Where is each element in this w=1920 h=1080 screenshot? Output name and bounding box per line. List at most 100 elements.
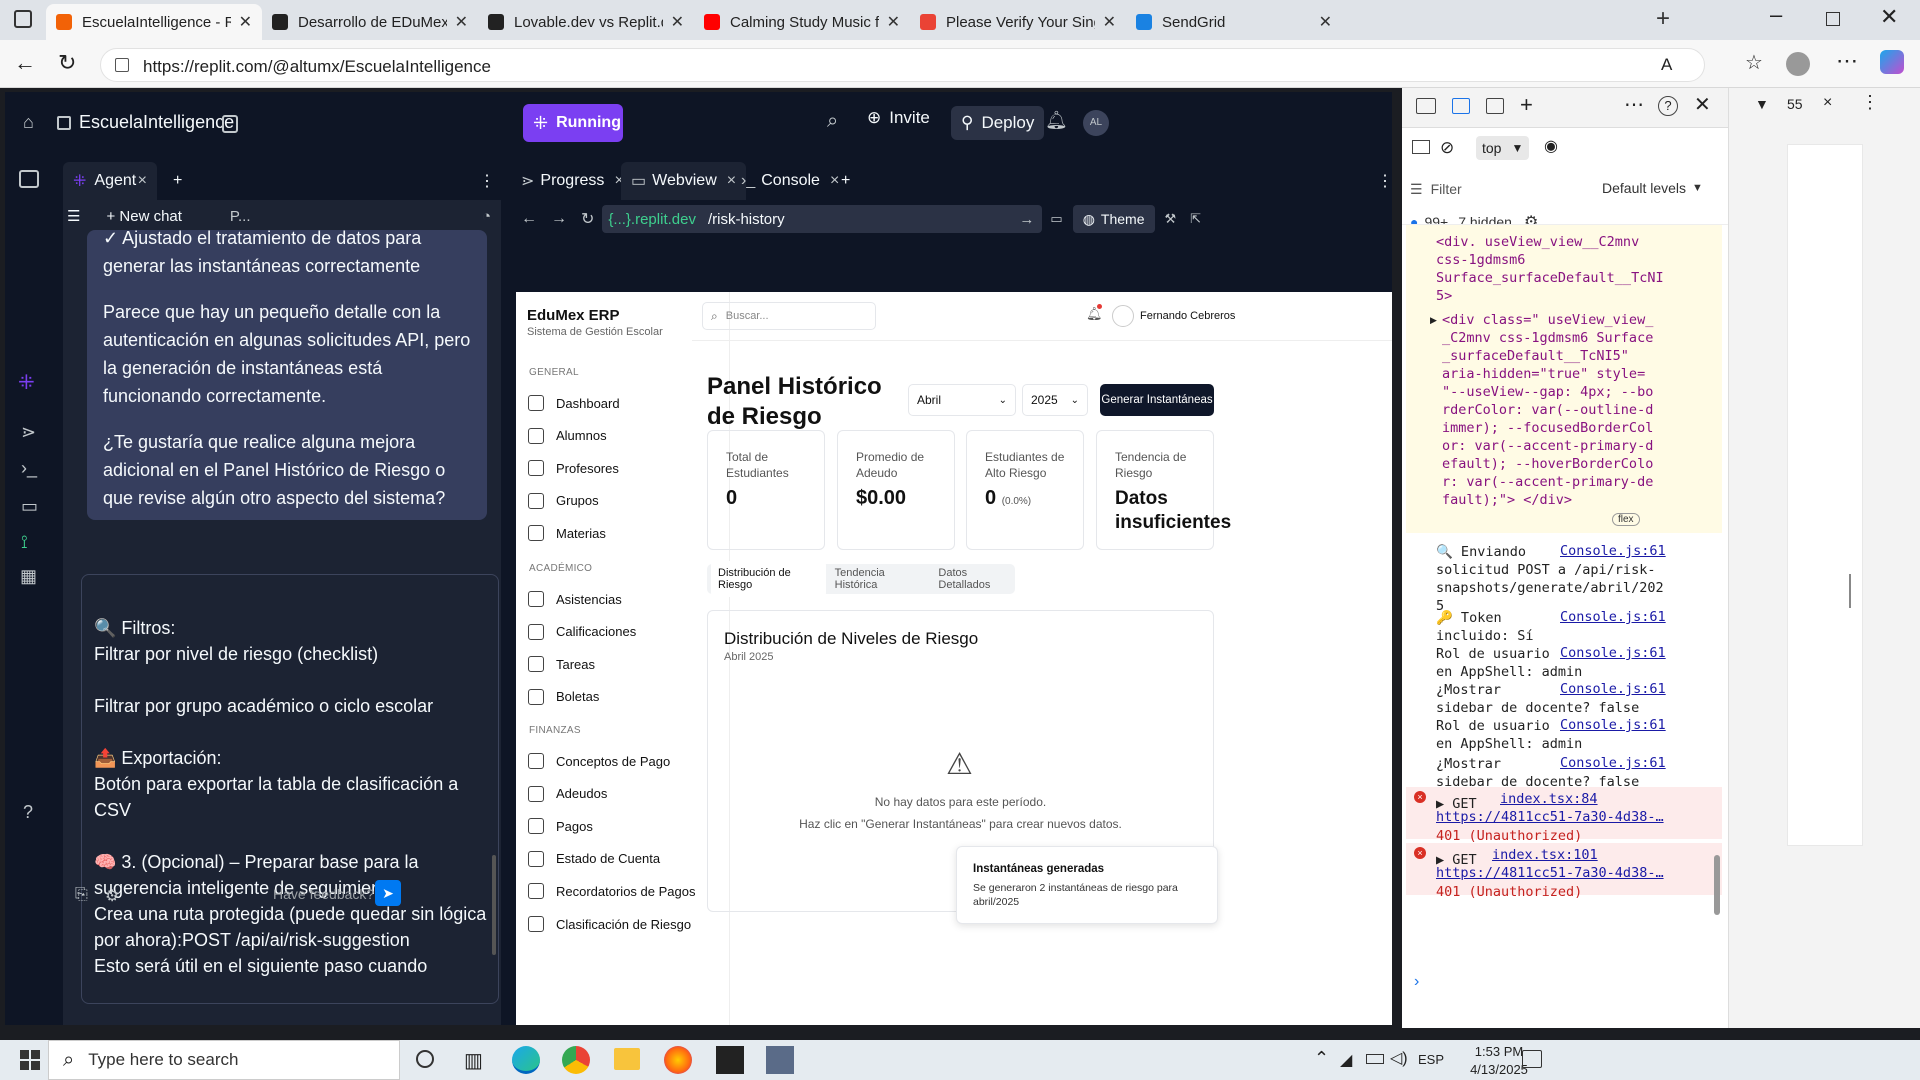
devices-icon[interactable]: ▭ — [1050, 211, 1062, 227]
console-scrollbar[interactable] — [1714, 855, 1720, 915]
sidebar-item[interactable]: Clasificación de Riesgo — [528, 916, 691, 932]
notifications-icon[interactable]: 🔔︎ — [1045, 110, 1068, 131]
forward-icon[interactable]: → — [551, 210, 567, 228]
live-expression-icon[interactable]: ◉ — [1544, 136, 1558, 156]
sidebar-item[interactable]: Alumnos — [528, 427, 607, 444]
files-icon[interactable] — [222, 115, 238, 133]
back-icon[interactable]: ← — [521, 210, 537, 228]
remote-app-icon[interactable] — [766, 1046, 794, 1074]
tray-chevron-icon[interactable]: ⌃ — [1314, 1048, 1329, 1069]
month-select[interactable]: Abril ⌄ — [908, 384, 1016, 416]
dock-icon[interactable] — [1486, 98, 1504, 114]
shell-icon[interactable]: ⋗ — [21, 422, 36, 443]
tab-distribucion[interactable]: Distribución de Riesgo — [711, 561, 826, 597]
profile-avatar[interactable] — [1786, 52, 1810, 76]
chat-input[interactable]: 🔍 Filtros: Filtrar por nivel de riesgo (… — [81, 574, 499, 1004]
start-icon[interactable] — [20, 1050, 40, 1070]
browser-tab[interactable]: Desarrollo de EDuMex ERP E ✕ — [262, 4, 478, 40]
close-icon[interactable]: × — [1823, 94, 1832, 112]
more-icon[interactable]: ⋯ — [1624, 92, 1644, 117]
chrome-app-icon[interactable] — [562, 1046, 590, 1074]
search-input[interactable]: Buscar... — [726, 310, 769, 322]
settings-icon[interactable]: ⚙ — [105, 886, 119, 906]
deploy-button[interactable]: ⚲ Deploy — [951, 106, 1045, 140]
pane-menu-icon[interactable]: ⋮ — [469, 162, 505, 200]
avatar[interactable]: AL — [1083, 110, 1109, 136]
log-source-link[interactable]: Console.js:61 — [1560, 755, 1666, 771]
cortana-icon[interactable] — [416, 1050, 434, 1068]
close-tab-icon[interactable]: ✕ — [239, 12, 252, 32]
sidebar-item[interactable]: Pagos — [528, 818, 593, 835]
side-value[interactable]: 55 — [1787, 96, 1803, 112]
log-source-link[interactable]: Console.js:61 — [1560, 543, 1666, 559]
tab-webview[interactable]: ▭ Webview × — [621, 162, 747, 200]
expand-arrow-icon[interactable]: ▶ — [1430, 315, 1437, 326]
browser-tab[interactable]: Please Verify Your Single Sen ✕ — [910, 4, 1126, 40]
sidebar-item[interactable]: Tareas — [528, 656, 595, 673]
battery-icon[interactable] — [1366, 1054, 1384, 1064]
side-menu-icon[interactable]: ⋮ — [1861, 92, 1879, 113]
back-icon[interactable]: ← — [14, 50, 36, 76]
close-icon[interactable]: × — [138, 172, 147, 190]
read-aloud-icon[interactable]: A — [1661, 55, 1672, 75]
apps-grid-icon[interactable]: ▦ — [20, 566, 37, 587]
invite-button[interactable]: ⊕ Invite — [867, 108, 930, 128]
browser-tab[interactable]: EscuelaIntelligence - Replit ✕ — [46, 4, 262, 40]
search-box[interactable]: ⌕ Buscar... — [702, 302, 876, 330]
sidebar-item[interactable]: Grupos — [528, 492, 599, 509]
log-source-link[interactable]: Console.js:61 — [1560, 717, 1666, 733]
add-tab-button[interactable]: + — [831, 162, 860, 200]
help-icon[interactable]: ? — [23, 802, 33, 823]
close-tab-icon[interactable]: ✕ — [671, 12, 684, 32]
more-menu-icon[interactable]: ⋯ — [1836, 48, 1858, 74]
pane-menu-icon[interactable]: ⋮ — [1367, 162, 1392, 200]
favorites-icon[interactable]: ☆ — [1745, 50, 1763, 75]
search-icon[interactable]: ⌕ — [827, 110, 838, 133]
error-url-link[interactable]: https://4811cc51-7a30-4d38-… — [1436, 809, 1664, 825]
flex-badge[interactable]: flex — [1612, 513, 1640, 526]
reload-icon[interactable]: ↻ — [58, 50, 76, 76]
task-view-icon[interactable]: ▥ — [464, 1048, 483, 1073]
help-icon[interactable]: ? — [1658, 96, 1678, 116]
tab-datos[interactable]: Datos Detallados — [938, 567, 1015, 591]
sidebar-item[interactable]: Conceptos de Pago — [528, 753, 670, 769]
close-devtools-icon[interactable]: ✕ — [1694, 92, 1711, 117]
git-icon[interactable]: ⟟ — [21, 532, 28, 553]
tab-tendencia[interactable]: Tendencia Histórica — [835, 567, 923, 591]
home-icon[interactable]: ⌂ — [23, 112, 34, 133]
close-tab-icon[interactable]: ✕ — [887, 12, 900, 32]
error-source-link[interactable]: index.tsx:101 — [1492, 847, 1598, 863]
theme-button[interactable]: ◍ Theme — [1072, 205, 1155, 233]
taskbar-search-input[interactable]: Type here to search — [88, 1050, 238, 1070]
minimize-button[interactable]: – — [1770, 2, 1782, 28]
browser-tab[interactable]: SendGrid ✕ — [1126, 4, 1342, 40]
history-icon[interactable]: ☰ — [67, 207, 80, 225]
sidebar-item[interactable]: Dashboard — [528, 395, 620, 411]
network-icon[interactable]: ◢ — [1340, 1050, 1352, 1070]
webview-icon[interactable]: ▭ — [21, 496, 38, 517]
log-source-link[interactable]: Console.js:61 — [1560, 645, 1666, 661]
new-chat-button[interactable]: + New chat — [106, 208, 181, 225]
language-indicator[interactable]: ESP — [1418, 1052, 1444, 1067]
send-button[interactable]: ➤ — [375, 880, 401, 906]
close-tab-icon[interactable]: ✕ — [1319, 12, 1332, 32]
chat-input-text[interactable]: 🔍 Filtros: Filtrar por nivel de riesgo (… — [94, 615, 494, 979]
notification-center-icon[interactable] — [1522, 1050, 1542, 1068]
sidebar-item[interactable]: Boletas — [528, 688, 599, 705]
game-app-icon[interactable] — [716, 1046, 744, 1074]
levels-select[interactable]: Default levels ▼ — [1602, 180, 1703, 196]
sidebar-item[interactable]: Calificaciones — [528, 623, 636, 640]
tab-progress[interactable]: ⋗ Progress × — [511, 162, 634, 200]
close-tab-icon[interactable]: ✕ — [455, 12, 468, 32]
user-name[interactable]: Fernando Cebreros — [1140, 310, 1235, 322]
sidebar-item[interactable]: Adeudos — [528, 785, 607, 802]
device-icon[interactable] — [1452, 98, 1470, 114]
scrollbar[interactable] — [492, 855, 496, 955]
usage-icon[interactable]: ◔ — [482, 208, 491, 225]
sidebar-item[interactable]: Materias — [528, 525, 606, 542]
taskbar-search[interactable]: ⌕ Type here to search — [48, 1040, 400, 1080]
browser-tab[interactable]: Lovable.dev vs Replit.dev ✕ — [478, 4, 694, 40]
tools-icon[interactable] — [19, 170, 39, 188]
generate-button[interactable]: Generar Instantáneas — [1100, 384, 1214, 416]
firefox-app-icon[interactable] — [664, 1046, 692, 1074]
